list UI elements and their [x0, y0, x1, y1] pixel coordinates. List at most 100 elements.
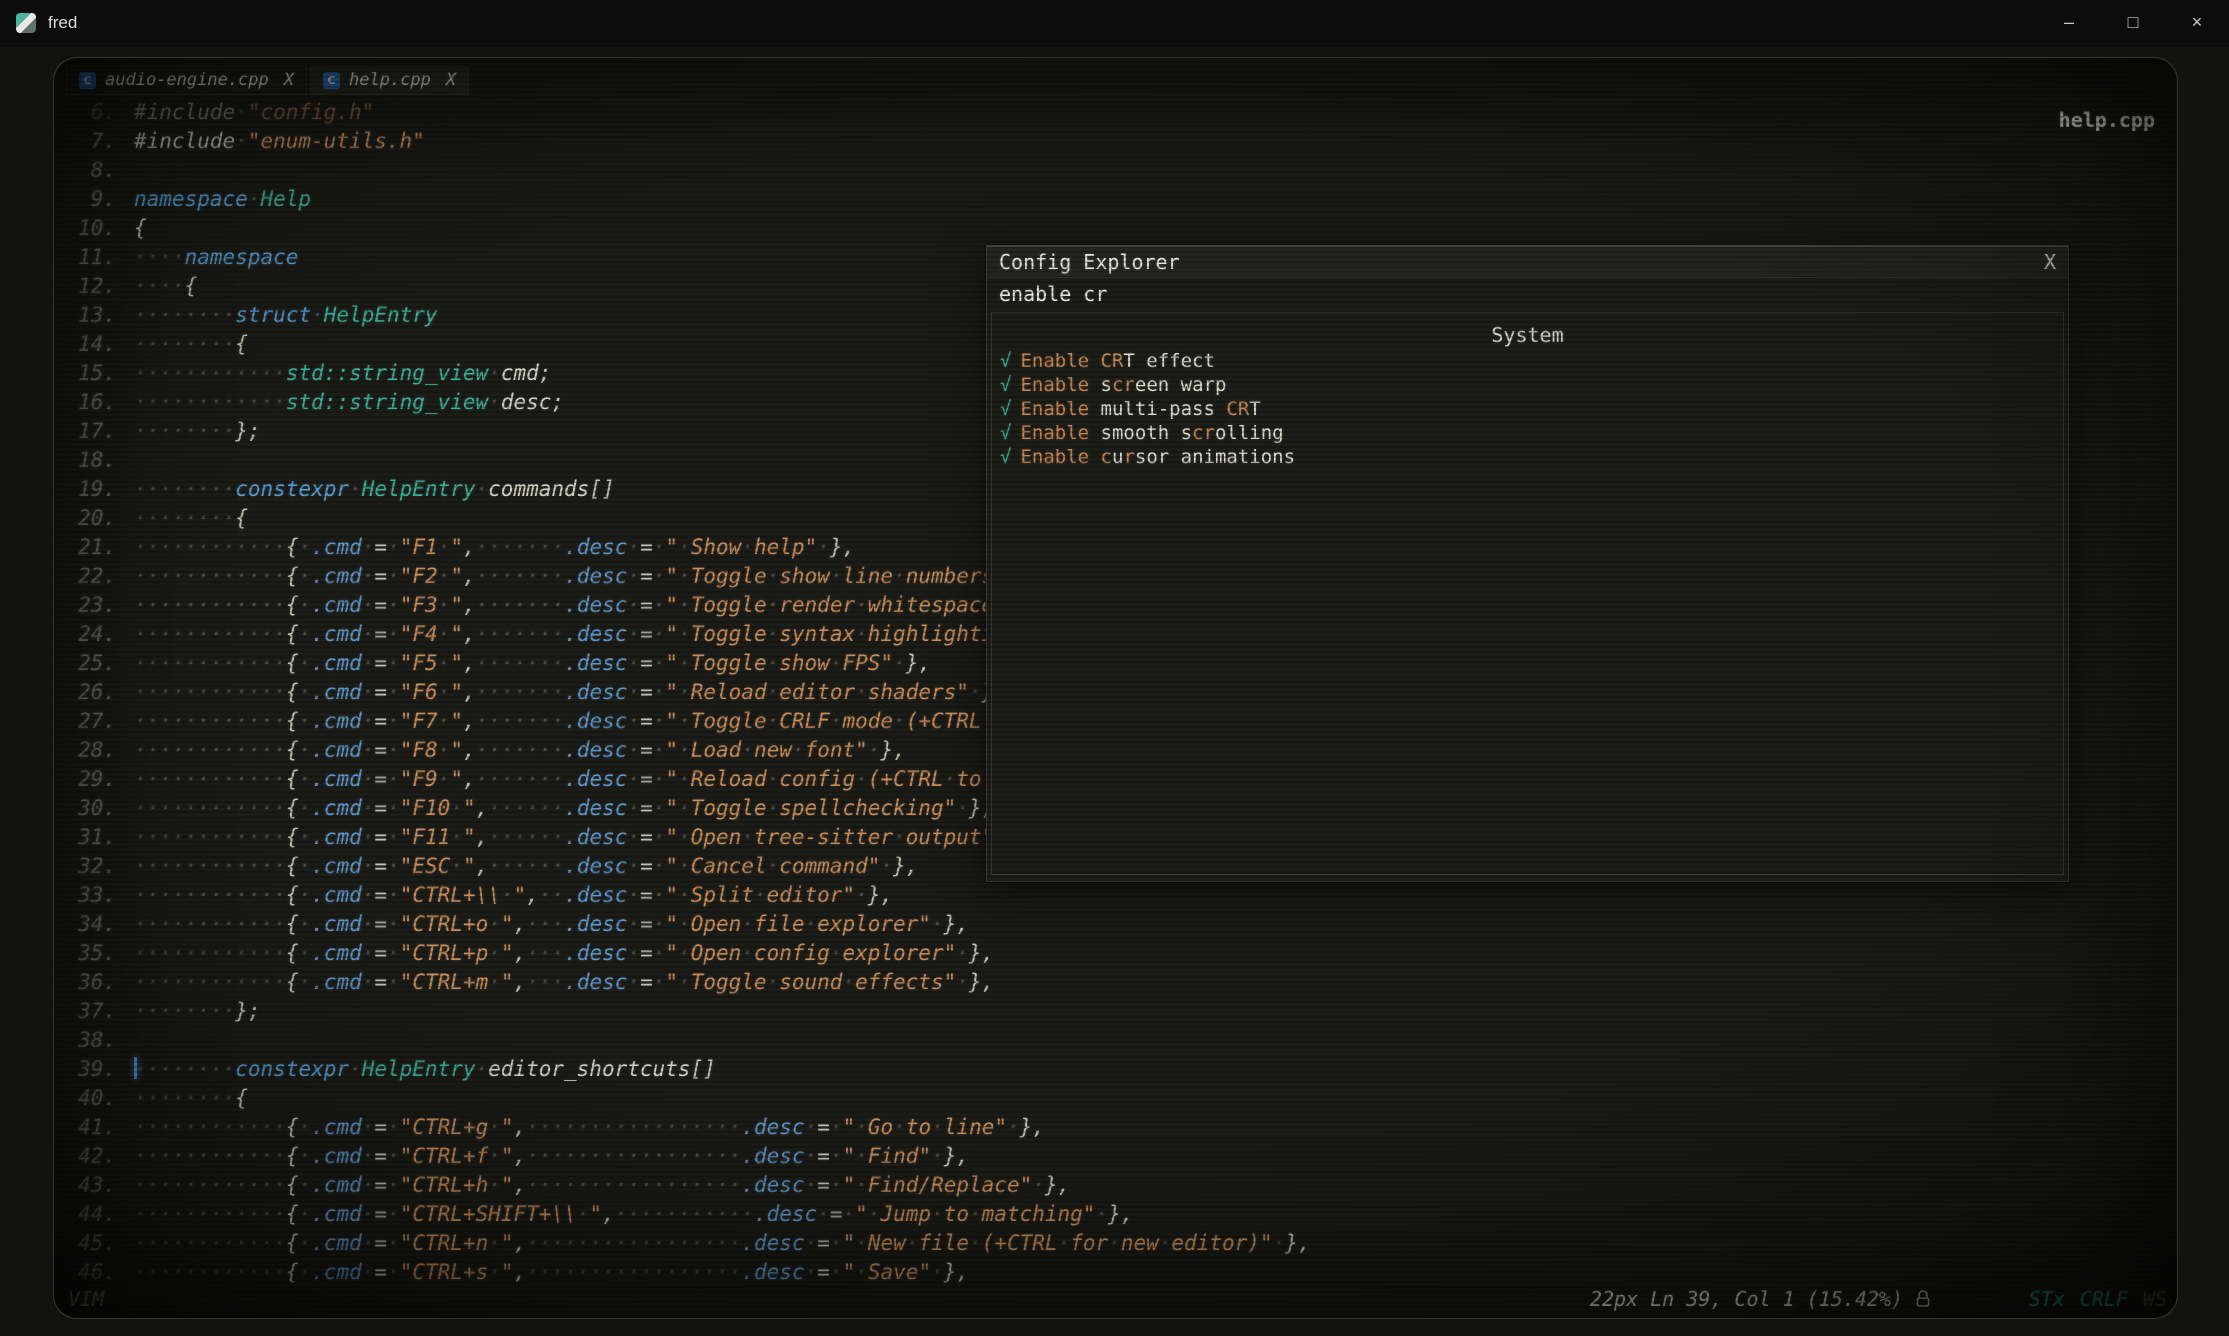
config-title: Config Explorer: [999, 250, 1180, 274]
code-line[interactable]: 9. namespace·Help: [64, 185, 2177, 214]
line-number: 15.: [64, 359, 116, 388]
config-title-bar: Config Explorer X: [987, 246, 2068, 278]
line-content: ············{·.cmd·=·"F11·",······.desc·…: [134, 825, 1032, 849]
line-number: 38.: [64, 1026, 116, 1055]
code-line[interactable]: 35.············{·.cmd·=·"CTRL+p·",···.de…: [64, 939, 2177, 968]
config-option[interactable]: √Enable multi-pass CRT: [992, 397, 2063, 421]
line-number: 32.: [64, 852, 116, 881]
code-line[interactable]: 40.········{: [64, 1084, 2177, 1113]
line-number: 19.: [64, 475, 116, 504]
config-option[interactable]: √Enable CRT effect: [992, 349, 2063, 373]
checkbox-checked-icon[interactable]: √: [1000, 422, 1011, 444]
code-line[interactable]: 44. ············{·.cmd·=·"CTRL+SHIFT+\\·"…: [64, 1200, 2177, 1229]
tab-help.cpp[interactable]: Chelp.cppX: [310, 66, 469, 95]
line-number: 37.: [64, 997, 116, 1026]
code-line[interactable]: 37.········};: [64, 997, 2177, 1026]
tab-label: audio-engine.cpp: [105, 72, 269, 89]
line-content: ············{·.cmd·=·"CTRL+n·",·········…: [134, 1231, 1311, 1255]
close-button[interactable]: ×: [2165, 0, 2229, 45]
config-option[interactable]: √Enable screen warp: [992, 373, 2063, 397]
code-line[interactable]: 42.············{·.cmd·=·"CTRL+f·",······…: [64, 1142, 2177, 1171]
cpp-file-icon: C: [323, 72, 340, 89]
line-number: 25.: [64, 649, 116, 678]
line-content: ············{·.cmd·=·"CTRL+f·",·········…: [134, 1144, 969, 1168]
checkbox-checked-icon[interactable]: √: [1000, 350, 1011, 372]
code-line[interactable]: 45. ············{·.cmd·=·"CTRL+n·",······…: [64, 1229, 2177, 1258]
line-number: 24.: [64, 620, 116, 649]
line-number: 8.: [64, 156, 116, 185]
config-results: √Enable CRT effect√Enable screen warp√En…: [992, 349, 2063, 469]
code-line[interactable]: 10.{: [64, 214, 2177, 243]
status-flag-WS: WS: [2143, 1287, 2167, 1311]
filename-overlay: help.cpp: [2059, 108, 2155, 132]
line-content: ····namespace: [134, 245, 298, 269]
code-line[interactable]: 43.············{·.cmd·=·"CTRL+h·",······…: [64, 1171, 2177, 1200]
minimize-button[interactable]: –: [2037, 0, 2101, 45]
line-number: 39.: [64, 1055, 116, 1084]
status-position-group: 22px Ln 39, Col 1 (15.42%): [1590, 1287, 1931, 1311]
tab-close-icon[interactable]: X: [284, 72, 294, 89]
checkbox-checked-icon[interactable]: √: [1000, 398, 1011, 420]
line-number: 36.: [64, 968, 116, 997]
window: fred – □ × Caudio-engine.cppXChelp.cppX …: [0, 0, 2229, 1336]
config-explorer-dialog: Config Explorer X enable cr System √Enab…: [986, 245, 2069, 882]
line-number: 9.: [64, 185, 116, 214]
code-line[interactable]: 36.············{·.cmd·=·"CTRL+m·",···.de…: [64, 968, 2177, 997]
code-line[interactable]: 41.············{·.cmd·=·"CTRL+g·",······…: [64, 1113, 2177, 1142]
code-line[interactable]: 6.#include·"config.h": [64, 98, 2177, 127]
line-content: ············{·.cmd·=·"CTRL+p·",···.desc·…: [134, 941, 994, 965]
line-number: 17.: [64, 417, 116, 446]
code-line[interactable]: 8.: [64, 156, 2177, 185]
line-number: 28.: [64, 736, 116, 765]
line-number: 44.: [64, 1200, 116, 1229]
window-title: fred: [48, 13, 77, 33]
line-number: 34.: [64, 910, 116, 939]
line-content: ············{·.cmd·=·"F2·",·······.desc·…: [134, 564, 1045, 588]
line-content: ········};: [134, 419, 261, 443]
config-search-input[interactable]: enable cr: [987, 278, 2068, 310]
tab-audio-engine.cpp[interactable]: Caudio-engine.cppX: [66, 66, 307, 95]
line-content: ········constexpr·HelpEntry·commands[]: [134, 477, 615, 501]
window-controls: – □ ×: [2037, 0, 2229, 45]
line-content: ············{·.cmd·=·"F10·",······.desc·…: [134, 796, 994, 820]
editor-content: Caudio-engine.cppXChelp.cppX help.cpp 6.…: [0, 46, 2229, 1336]
line-number: 6.: [64, 98, 116, 127]
line-content: ········{: [134, 332, 248, 356]
line-content: ············{·.cmd·=·"CTRL+\\·",··.desc·…: [134, 883, 893, 907]
code-line[interactable]: 46.············{·.cmd·=·"CTRL+s·",······…: [64, 1258, 2177, 1287]
code-line[interactable]: 39.········constexpr·HelpEntry·editor_sh…: [64, 1055, 2177, 1084]
line-number: 29.: [64, 765, 116, 794]
line-number: 7.: [64, 127, 116, 156]
checkbox-checked-icon[interactable]: √: [1000, 446, 1011, 468]
tab-close-icon[interactable]: X: [446, 72, 456, 89]
code-line[interactable]: 7. #include·"enum-utils.h": [64, 127, 2177, 156]
line-content: ············{·.cmd·=·"CTRL+h·",·········…: [134, 1173, 1070, 1197]
line-content: ············{·.cmd·=·"F8·",·······.desc·…: [134, 738, 906, 762]
status-mode: VIM: [68, 1287, 104, 1311]
line-content: ········struct·HelpEntry: [134, 303, 438, 327]
config-option[interactable]: √Enable cursor animations: [992, 445, 2063, 469]
config-option[interactable]: √Enable smooth scrolling: [992, 421, 2063, 445]
line-content: ············std::string_view·desc;: [134, 390, 564, 414]
line-content: ········{: [134, 1086, 248, 1110]
line-number: 33.: [64, 881, 116, 910]
line-content: #include·"enum-utils.h": [134, 129, 425, 153]
code-line[interactable]: 33. ············{·.cmd·=·"CTRL+\\·",··.de…: [64, 881, 2177, 910]
checkbox-checked-icon[interactable]: √: [1000, 374, 1011, 396]
line-content: namespace·Help: [134, 187, 311, 211]
line-number: 12.: [64, 272, 116, 301]
config-section-header: System: [992, 321, 2063, 349]
code-line[interactable]: 38.: [64, 1026, 2177, 1055]
line-content: ············{·.cmd·=·"CTRL+s·",·········…: [134, 1260, 969, 1284]
line-content: ············{·.cmd·=·"CTRL+SHIFT+\\·",··…: [134, 1202, 1133, 1226]
line-content: ············{·.cmd·=·"F1·",·······.desc·…: [134, 535, 855, 559]
maximize-button[interactable]: □: [2101, 0, 2165, 45]
line-content: ············std::string_view·cmd;: [134, 361, 551, 385]
code-line[interactable]: 34.············{·.cmd·=·"CTRL+o·",···.de…: [64, 910, 2177, 939]
line-number: 27.: [64, 707, 116, 736]
line-content: {: [134, 216, 147, 240]
status-flag-STx: STx: [2029, 1287, 2065, 1311]
line-number: 45.: [64, 1229, 116, 1258]
config-close-icon[interactable]: X: [2044, 250, 2056, 274]
line-number: 26.: [64, 678, 116, 707]
